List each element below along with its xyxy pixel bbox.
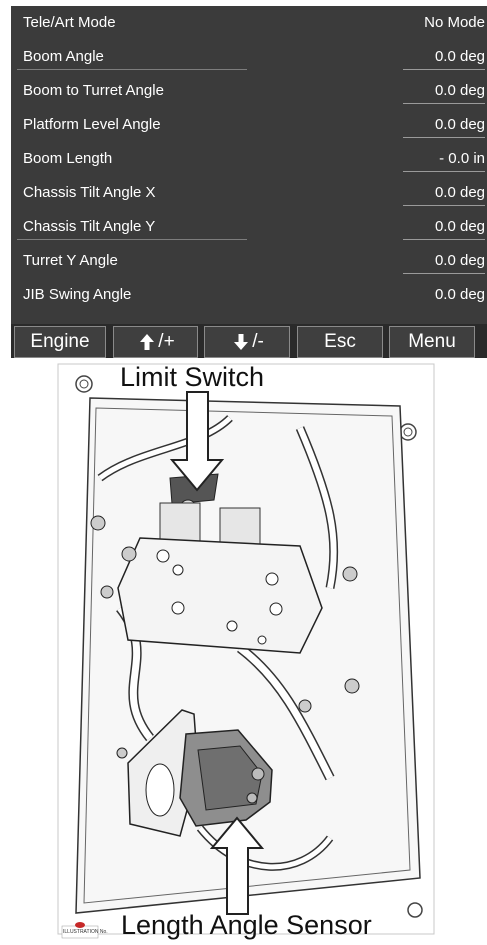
row-label: Boom to Turret Angle: [23, 82, 164, 99]
row-label: Boom Length: [23, 150, 113, 167]
row-platform-level-angle: Platform Level Angle 0.0 deg: [11, 108, 487, 142]
row-value: 0.0 deg: [434, 184, 485, 201]
row-divider: [17, 239, 247, 240]
value-underline: [403, 239, 485, 240]
plus-glyph: +: [163, 331, 175, 352]
arrow-down-icon: [234, 333, 249, 350]
row-label: JIB Swing Angle: [23, 286, 132, 303]
row-label: Turret Y Angle: [23, 252, 118, 269]
up-plus-button[interactable]: /+: [113, 326, 198, 358]
row-label: Platform Level Angle: [23, 116, 161, 133]
row-chassis-tilt-angle-x: Chassis Tilt Angle X 0.0 deg: [11, 176, 487, 210]
row-boom-length: Boom Length - 0.0 in: [11, 142, 487, 176]
minus-glyph: -: [257, 331, 264, 352]
softkey-bar: Engine /+ /- Esc Menu: [11, 324, 487, 358]
limit-switch-label: Limit Switch: [120, 362, 265, 392]
row-tele-art-mode: Tele/Art Mode No Mode: [11, 6, 487, 40]
row-value: 0.0 deg: [434, 48, 485, 65]
menu-button[interactable]: Menu: [389, 326, 475, 358]
value-underline: [403, 103, 485, 104]
row-boom-angle: Boom Angle 0.0 deg: [11, 40, 487, 74]
value-underline: [403, 273, 485, 274]
row-value: 0.0 deg: [434, 82, 485, 99]
row-value: 0.0 deg: [434, 218, 485, 235]
row-turret-y-angle: Turret Y Angle 0.0 deg: [11, 244, 487, 278]
row-value: 0.0 deg: [434, 252, 485, 269]
row-label: Chassis Tilt Angle Y: [23, 218, 156, 235]
engine-button[interactable]: Engine: [14, 326, 106, 358]
row-chassis-tilt-angle-y: Chassis Tilt Angle Y 0.0 deg: [11, 210, 487, 244]
row-value: 0.0 deg: [434, 286, 485, 303]
value-underline: [403, 69, 485, 70]
row-divider: [17, 69, 247, 70]
machine-drawing: [57, 363, 435, 939]
row-value: - 0.0 in: [439, 150, 485, 167]
row-label: Tele/Art Mode: [23, 14, 116, 31]
row-label: Boom Angle: [23, 48, 104, 65]
value-underline: [403, 205, 485, 206]
component-illustration: Limit Switch Length Angle Sensor ILLUSTR…: [0, 358, 487, 940]
row-boom-to-turret-angle: Boom to Turret Angle 0.0 deg: [11, 74, 487, 108]
row-value: No Mode: [424, 14, 485, 31]
down-minus-button[interactable]: /-: [204, 326, 290, 358]
value-underline: [403, 137, 485, 138]
esc-button[interactable]: Esc: [297, 326, 383, 358]
row-jib-swing-angle: JIB Swing Angle 0.0 deg: [11, 278, 487, 312]
length-angle-sensor-label: Length Angle Sensor: [121, 910, 372, 940]
row-label: Chassis Tilt Angle X: [23, 184, 156, 201]
value-underline: [403, 171, 485, 172]
arrow-up-icon: [140, 333, 155, 350]
status-display-panel: Tele/Art Mode No Mode Boom Angle 0.0 deg…: [11, 6, 487, 358]
row-value: 0.0 deg: [434, 116, 485, 133]
illustration-tag: ILLUSTRATION No.: [63, 929, 108, 935]
